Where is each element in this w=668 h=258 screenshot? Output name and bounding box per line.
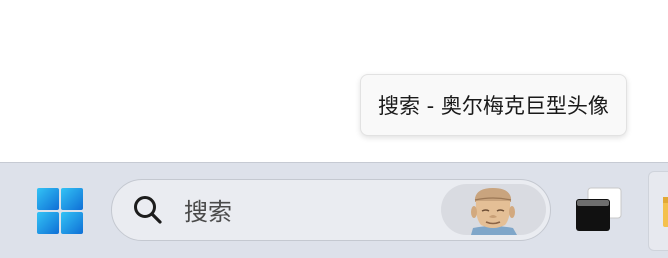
- search-highlight[interactable]: [441, 184, 546, 235]
- desktop-area: 搜索 - 奥尔梅克巨型头像: [0, 0, 668, 162]
- search-tooltip: 搜索 - 奥尔梅克巨型头像: [360, 74, 627, 136]
- task-view-icon: [576, 187, 622, 231]
- screen: 搜索 - 奥尔梅克巨型头像 搜索: [0, 0, 668, 258]
- olmec-colossal-head-icon: [471, 188, 517, 235]
- search-placeholder: 搜索: [184, 198, 232, 226]
- search-box[interactable]: 搜索: [111, 179, 551, 241]
- task-view-button[interactable]: [568, 181, 630, 241]
- taskbar: 搜索: [0, 162, 668, 258]
- search-icon: [134, 196, 162, 224]
- tooltip-text: 搜索 - 奥尔梅克巨型头像: [378, 94, 609, 118]
- folder-icon: [663, 197, 668, 227]
- file-explorer-button[interactable]: [648, 171, 668, 251]
- start-button[interactable]: [30, 181, 90, 241]
- windows-logo-icon: [37, 188, 83, 234]
